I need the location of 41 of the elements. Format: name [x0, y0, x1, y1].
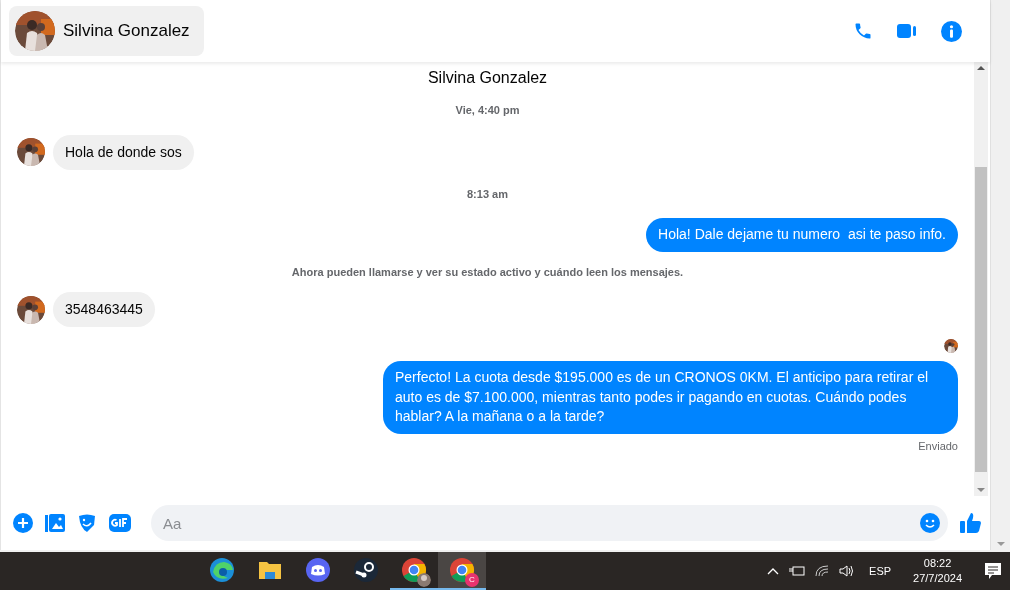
- scrollbar[interactable]: [974, 62, 988, 496]
- avatar: [17, 138, 45, 166]
- message-input[interactable]: Aa: [151, 505, 948, 541]
- incoming-message: 3548463445: [53, 292, 155, 328]
- chevron-up-icon[interactable]: [767, 567, 780, 575]
- speaker-icon[interactable]: [839, 564, 856, 578]
- info-icon[interactable]: [941, 20, 962, 42]
- edge-icon[interactable]: [209, 557, 235, 583]
- avatar: [15, 11, 55, 51]
- gif-icon[interactable]: [109, 513, 131, 533]
- outgoing-message: Hola! Dale dejame tu numero asi te paso info.: [646, 218, 958, 252]
- timestamp: Vie, 4:40 pm: [455, 103, 520, 118]
- chrome-icon[interactable]: [449, 557, 475, 583]
- language-indicator[interactable]: ESP: [869, 562, 892, 580]
- notification-icon[interactable]: [984, 562, 1002, 580]
- notice-text: Ahora pueden llamarse y ver su estado activo y cuándo leen los mensajes.: [291, 264, 684, 280]
- clock[interactable]: 08:22 27/7/2024: [913, 556, 962, 586]
- incoming-message: Hola de donde sos: [53, 134, 194, 170]
- sent-status: Enviado: [918, 438, 958, 454]
- page-scrollbar[interactable]: [990, 0, 1010, 550]
- discord-icon[interactable]: [306, 558, 330, 582]
- plus-icon[interactable]: [13, 513, 33, 533]
- sticker-icon[interactable]: [77, 513, 97, 533]
- steam-icon[interactable]: [354, 558, 378, 582]
- profile-badge: C: [465, 573, 479, 587]
- wifi-icon[interactable]: [815, 565, 830, 577]
- video-camera-icon[interactable]: [897, 22, 917, 40]
- outgoing-message: Perfecto! La cuota desde $195.000 es de un CRONOS 0KM. El anticipo para retirar el auto es de $7.100.000, mientras tanto podes ir pagando en cuotas. Cuándo podes hablar? A la mañana o a la tarde?: [383, 361, 958, 434]
- contact-heading: Silvina Gonzalez: [427, 68, 548, 88]
- taskbar-button[interactable]: C: [438, 552, 486, 590]
- avatar: [944, 339, 958, 354]
- timestamp: 8:13 am: [467, 186, 508, 202]
- battery-icon[interactable]: [789, 565, 806, 577]
- thumbs-up-icon[interactable]: [960, 512, 982, 534]
- image-icon[interactable]: [45, 513, 65, 533]
- avatar: [17, 295, 45, 324]
- emoji-icon[interactable]: [920, 513, 940, 533]
- phone-icon[interactable]: [853, 21, 873, 41]
- contact-button[interactable]: Silvina Gonzalez: [9, 6, 204, 56]
- folder-icon[interactable]: [258, 559, 282, 581]
- profile-avatar: [417, 573, 431, 587]
